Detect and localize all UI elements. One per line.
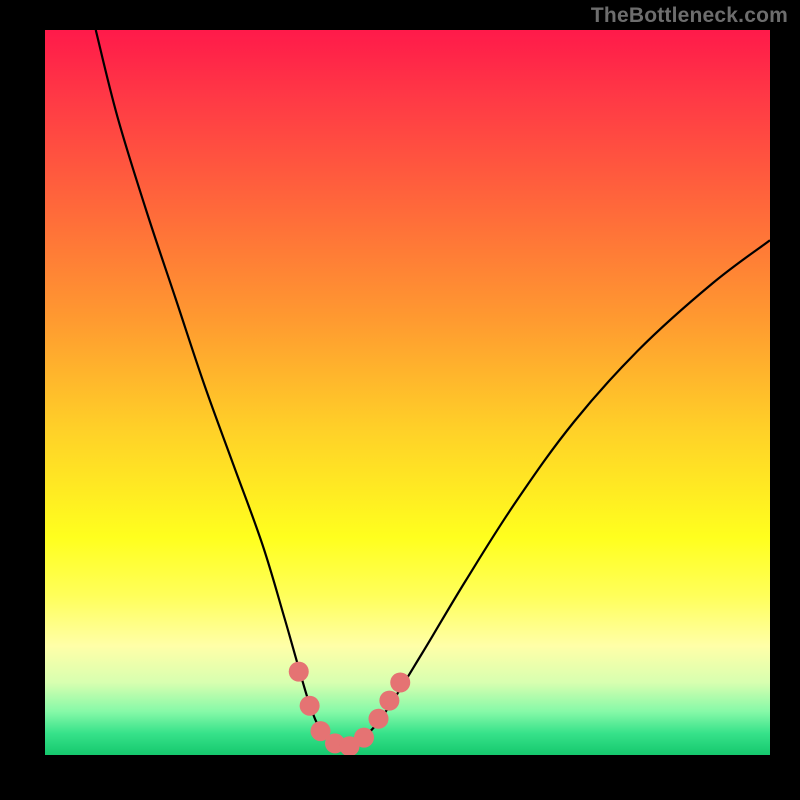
curve-marker [379,691,399,711]
curve-marker [300,696,320,716]
marker-group [289,662,411,755]
watermark-text: TheBottleneck.com [591,4,788,28]
plot-area [45,30,770,755]
curve-marker [369,709,389,729]
bottleneck-curve [96,30,770,747]
curve-group [96,30,770,747]
chart-frame: TheBottleneck.com [0,0,800,800]
curve-marker [289,662,309,682]
curve-marker [390,673,410,693]
chart-overlay [45,30,770,755]
curve-marker [354,728,374,748]
